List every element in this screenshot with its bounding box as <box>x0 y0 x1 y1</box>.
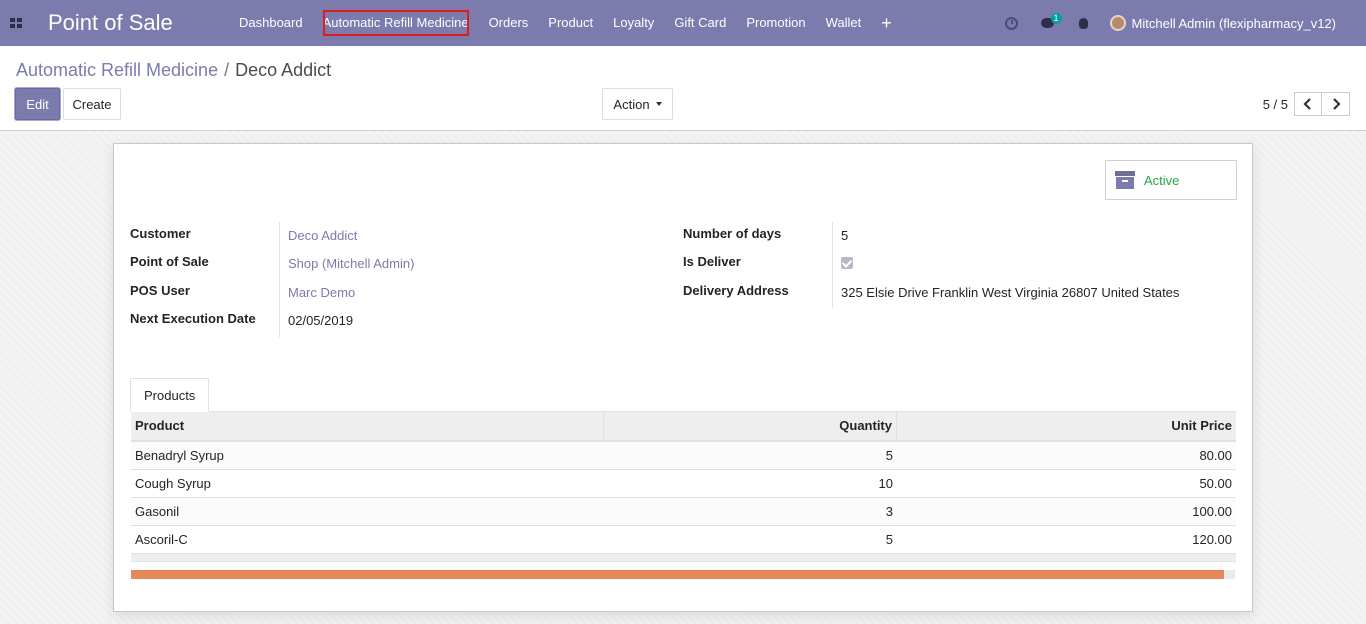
create-button[interactable]: Create <box>63 88 121 120</box>
cell-product: Cough Syrup <box>135 476 211 491</box>
table-row[interactable]: Gasonil 3 100.00 <box>131 498 1236 526</box>
cell-product: Benadryl Syrup <box>135 448 224 463</box>
user-name: Mitchell Admin (flexipharmacy_v12) <box>1131 15 1336 31</box>
breadcrumb-current: Deco Addict <box>235 60 332 80</box>
next-execution-date-label: Next Execution Date <box>130 311 256 326</box>
apps-menu-icon[interactable] <box>0 0 32 46</box>
delivery-address-value: 325 Elsie Drive Franklin West Virginia 2… <box>841 285 1180 300</box>
cell-unit-price: 120.00 <box>1192 532 1232 547</box>
action-dropdown-button[interactable]: Action <box>602 88 673 120</box>
field-divider <box>832 222 833 308</box>
edit-button[interactable]: Edit <box>15 88 60 120</box>
table-row[interactable]: Cough Syrup 10 50.00 <box>131 470 1236 498</box>
pager-value[interactable]: 5 / 5 <box>1263 97 1288 112</box>
delivery-address-label: Delivery Address <box>683 283 789 298</box>
table-row[interactable]: Benadryl Syrup 5 80.00 <box>131 442 1236 470</box>
is-deliver-label: Is Deliver <box>683 254 741 269</box>
pager-next-button[interactable] <box>1322 92 1350 116</box>
menu-item-automatic-refill-medicine[interactable]: Automatic Refill Medicine <box>313 0 479 46</box>
messages-badge: 1 <box>1050 13 1062 24</box>
app-title: Point of Sale <box>48 10 173 35</box>
menu-item-wallet[interactable]: Wallet <box>816 0 872 46</box>
number-of-days-value: 5 <box>841 228 849 243</box>
plus-icon[interactable]: + <box>871 0 902 46</box>
menu-item-orders[interactable]: Orders <box>479 0 539 46</box>
cell-quantity: 5 <box>885 532 893 547</box>
cell-quantity: 10 <box>878 476 893 491</box>
cell-quantity: 3 <box>885 504 893 519</box>
control-panel: Automatic Refill Medicine / Deco Addict Ed… <box>0 46 1366 131</box>
is-deliver-checkbox <box>841 257 853 269</box>
point-of-sale-label: Point of Sale <box>130 254 209 269</box>
column-header-quantity[interactable]: Quantity <box>603 412 897 440</box>
cell-unit-price: 80.00 <box>1199 448 1232 463</box>
top-navbar: Point of Sale Dashboard Automatic Refill… <box>0 0 1366 46</box>
table-body: Benadryl Syrup 5 80.00 Cough Syrup 10 50… <box>131 442 1236 554</box>
cell-product: Gasonil <box>135 504 180 519</box>
menu-item-dashboard[interactable]: Dashboard <box>229 0 313 46</box>
column-header-product[interactable]: Product <box>131 412 603 440</box>
chevron-right-icon <box>1332 98 1341 110</box>
cell-product: Ascoril-C <box>135 532 188 547</box>
cell-unit-price: 100.00 <box>1192 504 1232 519</box>
pos-user-label: POS User <box>130 283 190 298</box>
menu-item-loyalty[interactable]: Loyalty <box>603 0 664 46</box>
point-of-sale-value[interactable]: Shop (Mitchell Admin) <box>288 256 414 271</box>
debug-bug-icon[interactable] <box>1066 0 1102 46</box>
breadcrumb-parent-link[interactable]: Automatic Refill Medicine <box>16 60 218 80</box>
messages-icon[interactable]: 1 <box>1030 0 1066 46</box>
menu-item-gift-card[interactable]: Gift Card <box>664 0 736 46</box>
archive-icon <box>1115 171 1135 189</box>
table-footer <box>131 554 1236 562</box>
chevron-left-icon <box>1303 98 1311 110</box>
horizontal-scrollbar[interactable] <box>131 570 1235 579</box>
cell-quantity: 5 <box>885 448 893 463</box>
table-row[interactable]: Ascoril-C 5 120.00 <box>131 526 1236 554</box>
active-status-label: Active <box>1144 172 1180 188</box>
activity-clock-icon[interactable] <box>994 0 1030 46</box>
column-header-unit-price[interactable]: Unit Price <box>897 412 1236 440</box>
main-menu: Dashboard Automatic Refill Medicine Orde… <box>229 0 902 46</box>
next-execution-date-value: 02/05/2019 <box>288 313 354 328</box>
menu-item-promotion[interactable]: Promotion <box>736 0 815 46</box>
systray: 1 Mitchell Admin (flexipharmacy_v12) <box>994 0 1366 46</box>
form-view-background: Active Customer Deco Addict Point of Sal… <box>0 131 1366 624</box>
scrollbar-thumb[interactable] <box>131 570 1224 579</box>
products-table: Product Quantity Unit Price Benadryl Syr… <box>131 411 1236 562</box>
form-sheet: Active Customer Deco Addict Point of Sal… <box>113 143 1253 612</box>
customer-value[interactable]: Deco Addict <box>288 228 357 243</box>
pager-previous-button[interactable] <box>1294 92 1322 116</box>
user-menu[interactable]: Mitchell Admin (flexipharmacy_v12) <box>1109 15 1366 31</box>
table-header: Product Quantity Unit Price <box>131 412 1236 442</box>
number-of-days-label: Number of days <box>683 226 782 241</box>
field-divider <box>279 222 280 337</box>
active-toggle-button[interactable]: Active <box>1105 160 1237 200</box>
menu-item-product[interactable]: Product <box>538 0 603 46</box>
customer-label: Customer <box>130 226 191 241</box>
cell-unit-price: 50.00 <box>1199 476 1232 491</box>
pos-user-value[interactable]: Marc Demo <box>288 285 355 300</box>
breadcrumb-separator: / <box>224 60 230 80</box>
pager: 5 / 5 <box>1263 92 1350 116</box>
tab-products[interactable]: Products <box>130 378 210 412</box>
avatar <box>1109 15 1126 31</box>
breadcrumb: Automatic Refill Medicine / Deco Addict <box>16 60 331 81</box>
caret-down-icon <box>655 102 662 106</box>
action-button-label: Action <box>613 96 650 112</box>
